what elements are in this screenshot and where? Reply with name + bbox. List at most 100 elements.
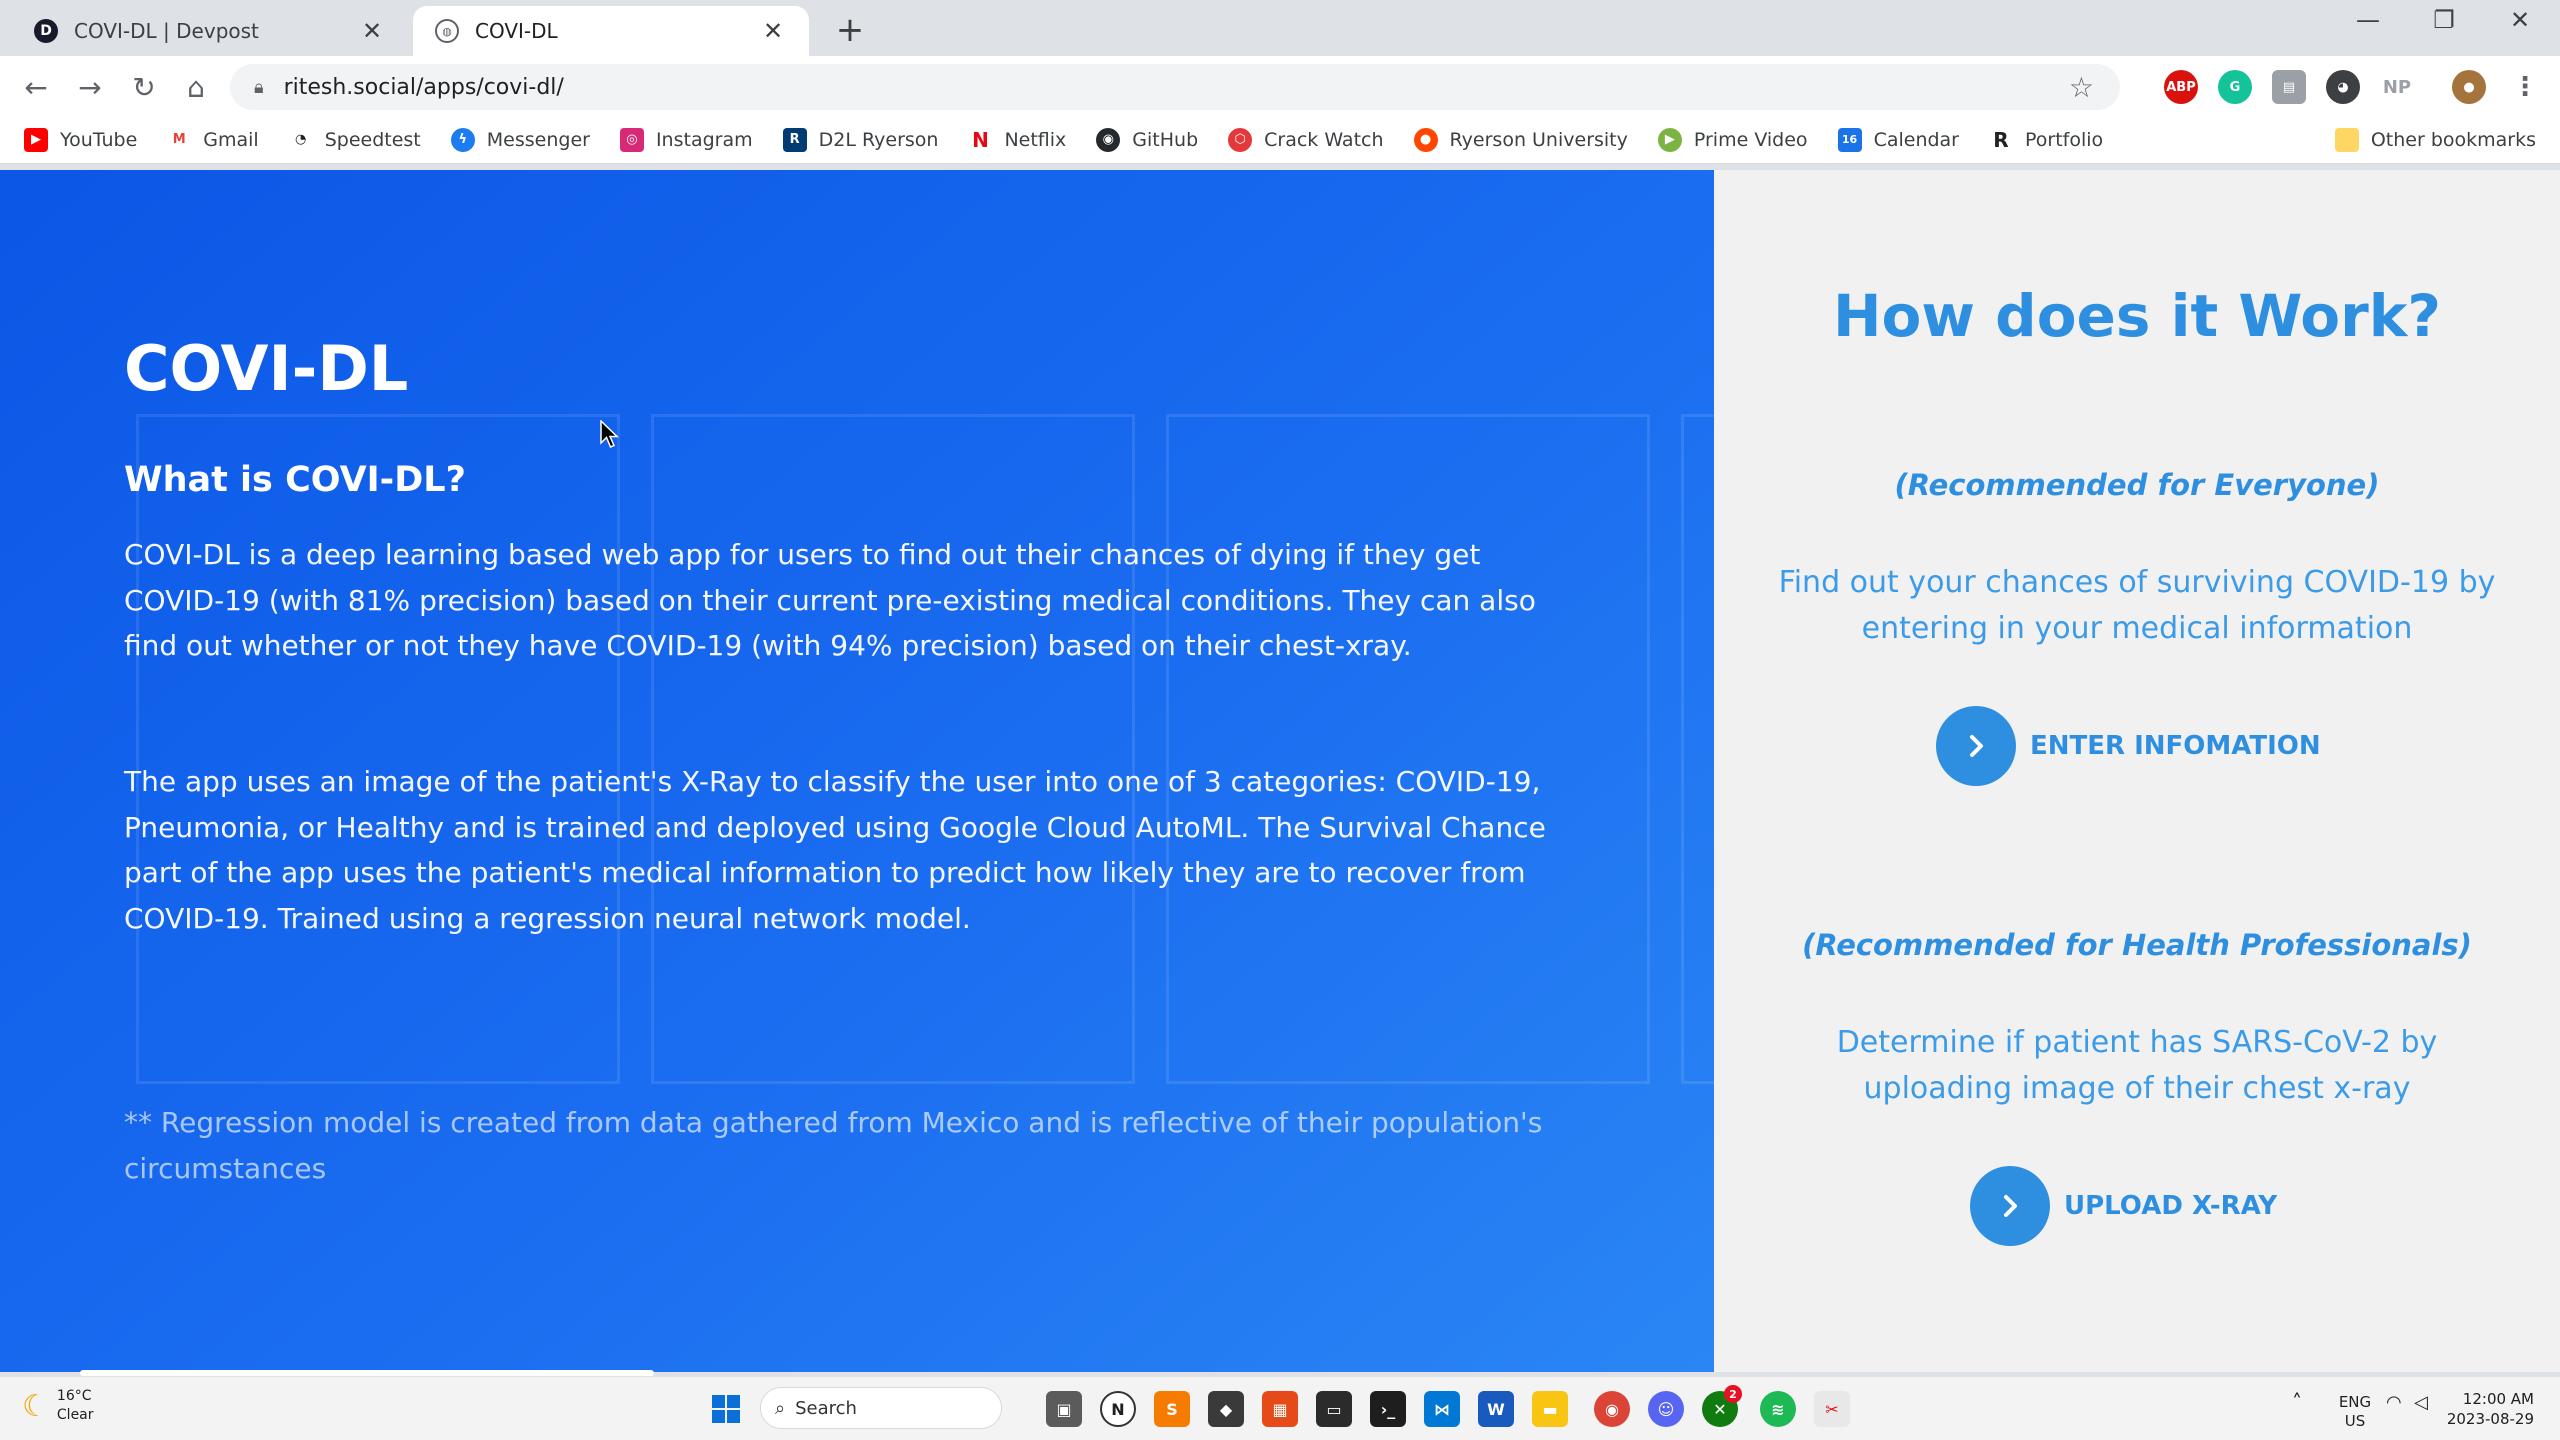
bookmark-label: Messenger [486,128,590,151]
bookmark-label: Gmail [203,128,259,151]
file-explorer-icon[interactable]: ▬ [1532,1391,1568,1427]
git-icon[interactable]: ◆ [1208,1391,1244,1427]
notification-badge: 2 [1724,1385,1742,1403]
bookmarks-bar: ▶ YouTube M Gmail ◔ Speedtest ϟ Messenger ◎ I… [0,116,2560,164]
crackwatch-icon: ⬡ [1228,127,1253,152]
decorative-frame [651,414,1135,1084]
search-icon: ⌕ [775,1397,786,1419]
terminal-icon[interactable]: ▭ [1316,1391,1352,1427]
button-label[interactable]: ENTER INFOMATION [2030,731,2321,761]
address-bar[interactable]: 🔒︎ ritesh.social/apps/covi-dl/ ☆ [230,64,2120,110]
close-window-icon[interactable]: ✕ [2490,6,2550,34]
bookmark-ryerson[interactable]: ● Ryerson University [1413,127,1628,152]
task-view-icon[interactable]: ▣ [1046,1391,1082,1427]
language-indicator[interactable]: ENG US [2332,1393,2378,1431]
bookmark-star-icon[interactable]: ☆ [2069,71,2094,104]
adblock-icon[interactable]: ABP [2164,70,2198,104]
taskbar: ☾ 16°C Clear ⌕ Search ▣ N S ◆ ▦ ▭ ›_ ⋈ W… [0,1376,2560,1440]
menu-icon[interactable]: ⋮ [2508,70,2542,104]
taskbar-search[interactable]: ⌕ Search [760,1387,1002,1429]
weather-widget[interactable]: ☾ 16°C Clear [22,1387,94,1425]
bookmark-label: Speedtest [324,128,421,151]
weather-condition: Clear [56,1407,94,1423]
speedtest-icon: ◔ [288,127,313,152]
bookmark-calendar[interactable]: 16 Calendar [1837,127,1959,152]
bookmark-gmail[interactable]: M Gmail [167,127,259,152]
bookmark-portfolio[interactable]: R Portfolio [1989,127,2103,152]
snipping-tool-icon[interactable]: ✂ [1814,1391,1850,1427]
bookmark-youtube[interactable]: ▶ YouTube [24,127,137,152]
region-code: US [2344,1412,2366,1430]
word-icon[interactable]: W [1478,1391,1514,1427]
bookmark-netflix[interactable]: N Netflix [968,127,1067,152]
wifi-icon[interactable]: ◠ [2386,1393,2402,1412]
play-icon: ▶ [1657,127,1682,152]
tab-devpost[interactable]: D COVI-DL | Devpost ✕ [12,6,408,56]
sublime-icon[interactable]: S [1154,1391,1190,1427]
section-description: Find out your chances of surviving COVID… [1778,565,2496,646]
vscode-icon[interactable]: ⋈ [1424,1391,1460,1427]
close-tab-icon[interactable]: ✕ [759,17,787,45]
tab-strip: D COVI-DL | Devpost ✕ ◍ COVI-DL ✕ + — ❐ … [0,0,2560,56]
new-tab-button[interactable]: + [830,10,870,50]
d2l-icon: R [782,127,807,152]
how-it-works-title: How does it Work? [1833,282,2441,350]
decorative-frame [136,414,620,1084]
bookmark-instagram[interactable]: ◎ Instagram [619,127,753,152]
language-code: ENG [2338,1393,2372,1411]
moon-icon: ☾ [22,1388,49,1424]
bookmark-crackwatch[interactable]: ⬡ Crack Watch [1228,127,1384,152]
calendar-app-icon[interactable]: ▦ [1262,1391,1298,1427]
home-icon[interactable]: ⌂ [176,68,216,108]
spy-extension-icon[interactable]: ◕ [2326,70,2360,104]
weather-temp: 16°C [56,1388,92,1404]
globe-icon: ◍ [435,19,459,43]
bookmark-github[interactable]: ◉ GitHub [1096,127,1199,152]
tray-overflow-icon[interactable]: ˄ [2292,1392,2302,1412]
profile-avatar[interactable]: ● [2452,70,2486,104]
bookmark-label: Netflix [1004,128,1067,151]
discord-icon[interactable]: ☺ [1648,1391,1684,1427]
clock[interactable]: 12:00 AM 2023-08-29 [2447,1389,2534,1429]
clock-date: 2023-08-29 [2446,1410,2534,1428]
volume-icon[interactable]: ◁ [2414,1393,2428,1412]
upload-xray-button[interactable]: UPLOAD X-RAY [1970,1166,2277,1246]
bookmark-label: D2L Ryerson [818,128,939,151]
chevron-right-icon[interactable] [1936,706,2016,786]
enter-information-button[interactable]: ENTER INFOMATION [1936,706,2321,786]
bookmark-speedtest[interactable]: ◔ Speedtest [288,127,421,152]
bookmark-label: Other bookmarks [2370,128,2536,151]
ryerson-icon: ● [1413,127,1438,152]
bookmark-other[interactable]: Other bookmarks [2334,127,2536,152]
grammarly-icon[interactable]: G [2218,70,2252,104]
np-extension-icon[interactable]: NP [2380,70,2414,104]
restore-icon[interactable]: ❐ [2414,6,2474,34]
back-icon[interactable]: ← [16,68,56,108]
close-tab-icon[interactable]: ✕ [358,17,386,45]
extension-icon[interactable]: ▤ [2272,70,2306,104]
chrome-icon[interactable]: ◉ [1594,1391,1630,1427]
decorative-frame [1681,414,1714,1084]
notion-icon[interactable]: N [1100,1391,1136,1427]
bookmark-label: GitHub [1132,128,1199,151]
section-heading: What is COVI-DL? [124,460,466,500]
tab-covi-dl[interactable]: ◍ COVI-DL ✕ [413,6,809,56]
youtube-icon: ▶ [24,127,48,152]
bookmark-label: Ryerson University [1449,128,1628,151]
reload-icon[interactable]: ↻ [124,68,164,108]
recommendation-label: (Recommended for Everyone) [1894,468,2380,502]
minimize-icon[interactable]: — [2338,6,2398,34]
lock-icon[interactable]: 🔒︎ [254,77,264,98]
bookmark-d2l[interactable]: R D2L Ryerson [782,127,939,152]
browser-toolbar: ← → ↻ ⌂ 🔒︎ ritesh.social/apps/covi-dl/ ☆… [0,56,2560,116]
forward-icon[interactable]: → [70,68,110,108]
bookmark-messenger[interactable]: ϟ Messenger [450,127,590,152]
spotify-icon[interactable]: ≋ [1760,1391,1796,1427]
search-placeholder: Search [795,1397,857,1419]
console-icon[interactable]: ›_ [1370,1391,1406,1427]
button-label[interactable]: UPLOAD X-RAY [2064,1191,2277,1221]
start-icon[interactable] [708,1391,744,1427]
chevron-right-icon[interactable] [1970,1166,2050,1246]
bookmark-primevideo[interactable]: ▶ Prime Video [1657,127,1808,152]
devpost-icon: D [34,19,58,43]
